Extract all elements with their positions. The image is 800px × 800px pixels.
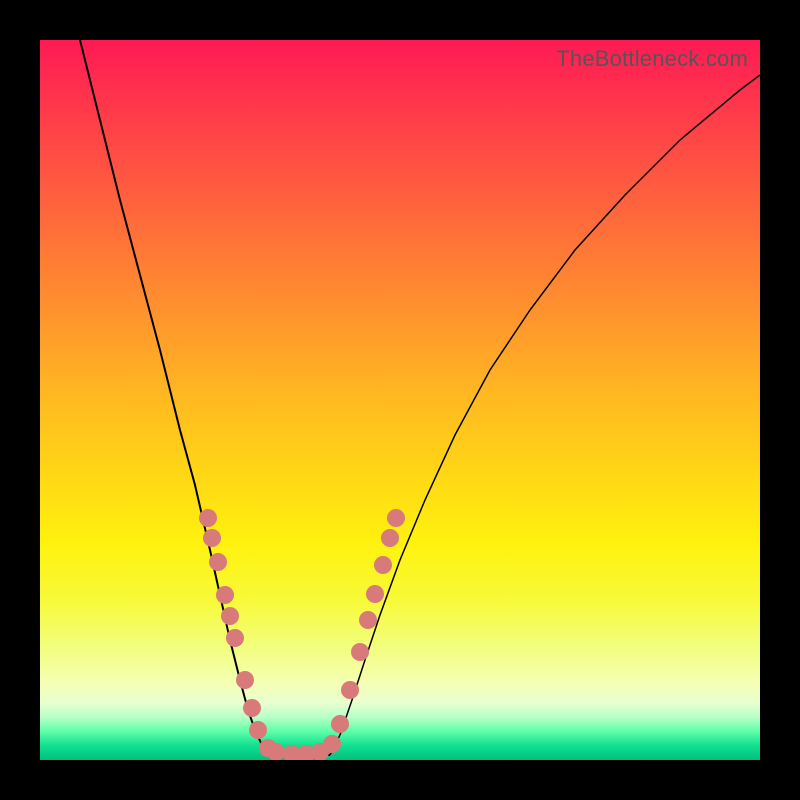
data-dot	[203, 529, 221, 547]
data-dot	[381, 529, 399, 547]
data-dot	[374, 556, 392, 574]
data-dot	[331, 715, 349, 733]
chart-frame: TheBottleneck.com	[0, 0, 800, 800]
data-dot	[359, 611, 377, 629]
data-dot	[323, 735, 341, 753]
data-dot	[351, 643, 369, 661]
data-dot	[216, 586, 234, 604]
data-dot	[249, 721, 267, 739]
data-dot	[387, 509, 405, 527]
data-dot	[243, 699, 261, 717]
data-dot	[221, 607, 239, 625]
right-curve	[330, 75, 760, 755]
data-dot	[226, 629, 244, 647]
chart-svg	[40, 40, 760, 760]
data-dot	[341, 681, 359, 699]
data-dot	[366, 585, 384, 603]
data-dot	[209, 553, 227, 571]
gradient-plot-area: TheBottleneck.com	[40, 40, 760, 760]
data-dot	[199, 509, 217, 527]
left-curve	[80, 40, 270, 755]
data-dot	[236, 671, 254, 689]
